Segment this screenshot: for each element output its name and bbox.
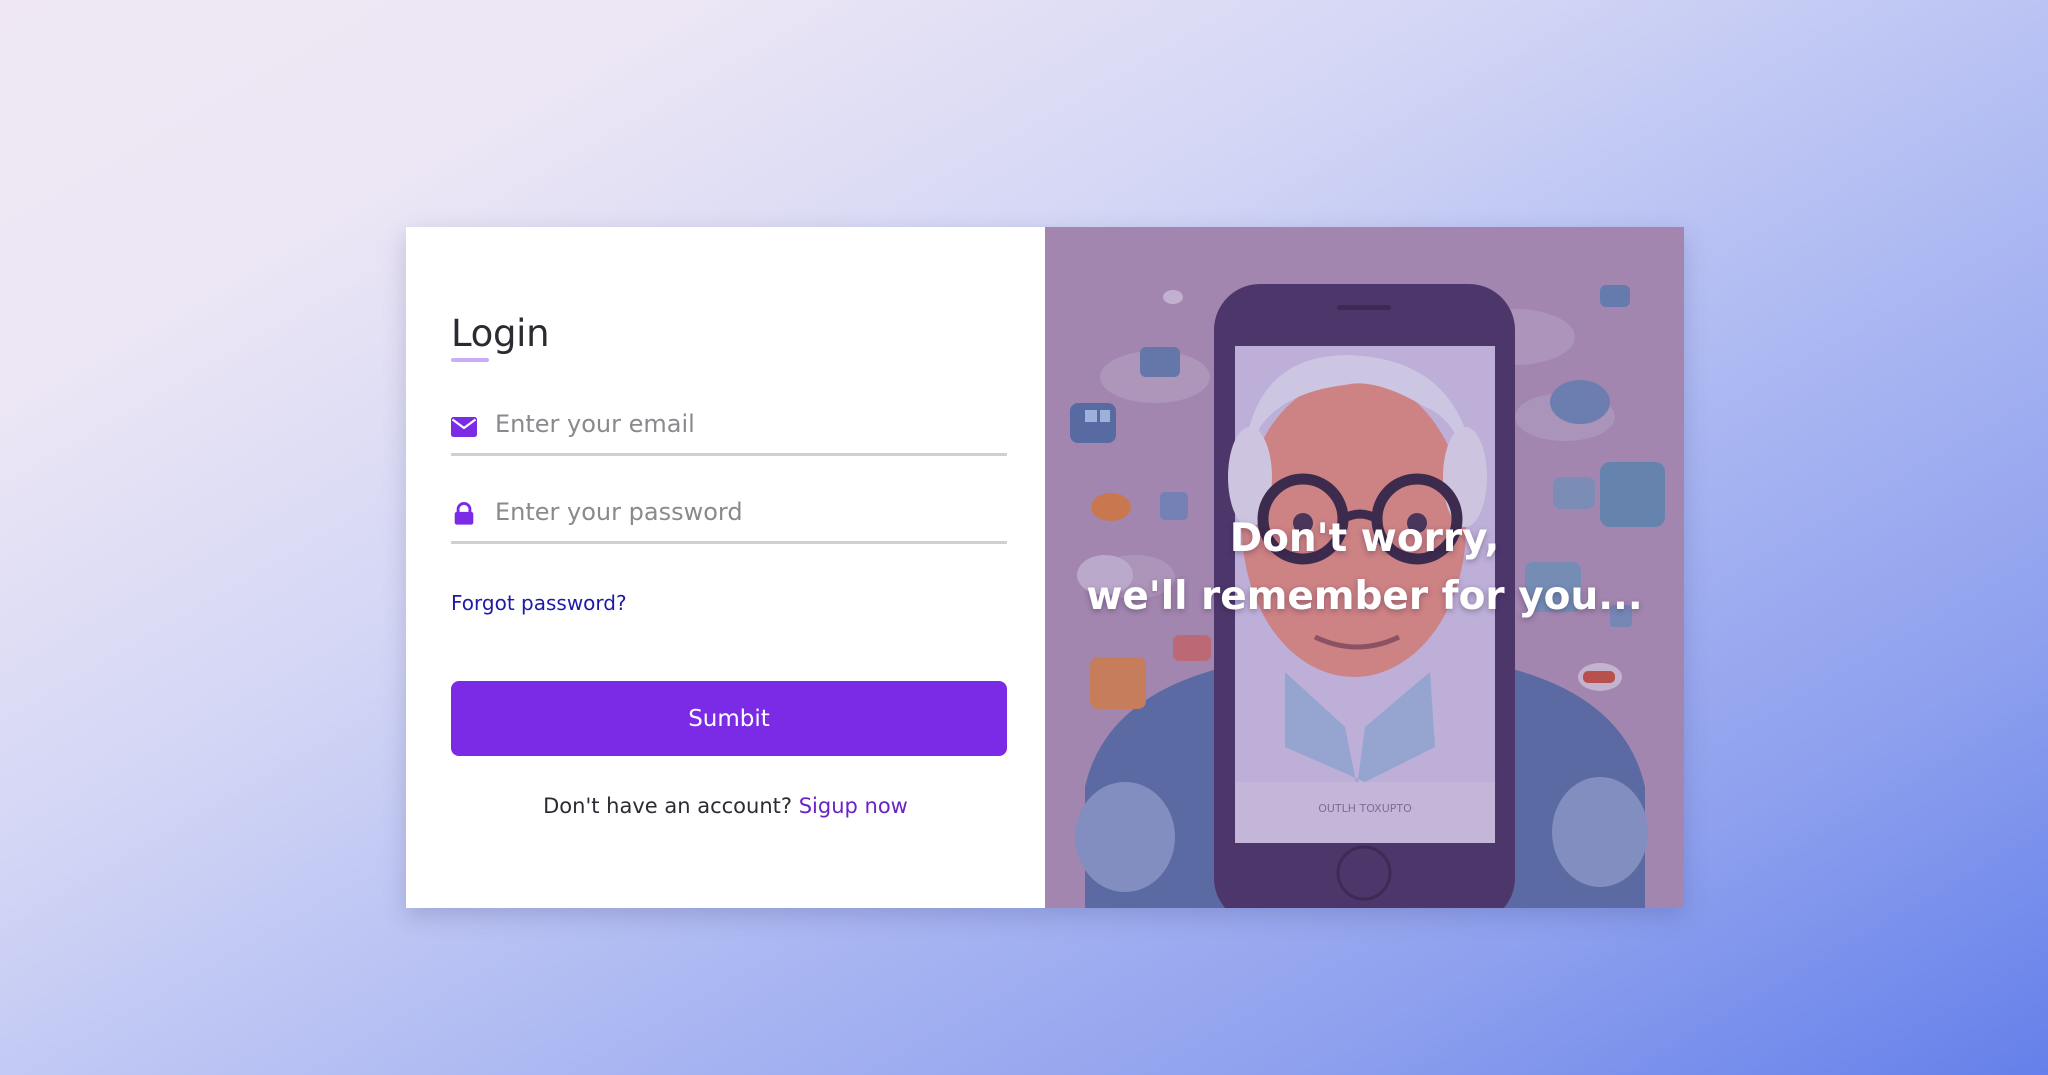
- lock-icon: [454, 502, 474, 525]
- forgot-password-link[interactable]: Forgot password?: [451, 591, 627, 615]
- submit-button[interactable]: Sumbit: [451, 681, 1007, 756]
- password-input[interactable]: [495, 492, 995, 532]
- password-field-group: [451, 486, 1007, 544]
- promo-image-panel: OUTLH TOXUPTO Don't worry, we'll remembe…: [1045, 227, 1684, 908]
- email-field-group: [451, 398, 1007, 456]
- signup-link[interactable]: Sigup now: [799, 794, 908, 818]
- page-title: Login: [451, 312, 550, 355]
- login-card: Login Forgot password? Sumbit Don't have…: [406, 227, 1684, 908]
- envelope-icon: [451, 417, 477, 437]
- promo-line-2: we'll remember for you...: [1086, 574, 1643, 619]
- signup-row: Don't have an account? Sigup now: [406, 794, 1045, 818]
- email-input[interactable]: [495, 404, 995, 444]
- promo-line-1: Don't worry,: [1229, 516, 1500, 561]
- promo-tagline: Don't worry, we'll remember for you...: [1045, 510, 1684, 626]
- signup-prompt: Don't have an account?: [543, 794, 793, 818]
- title-underline: [451, 358, 489, 362]
- login-form-panel: Login Forgot password? Sumbit Don't have…: [406, 227, 1045, 908]
